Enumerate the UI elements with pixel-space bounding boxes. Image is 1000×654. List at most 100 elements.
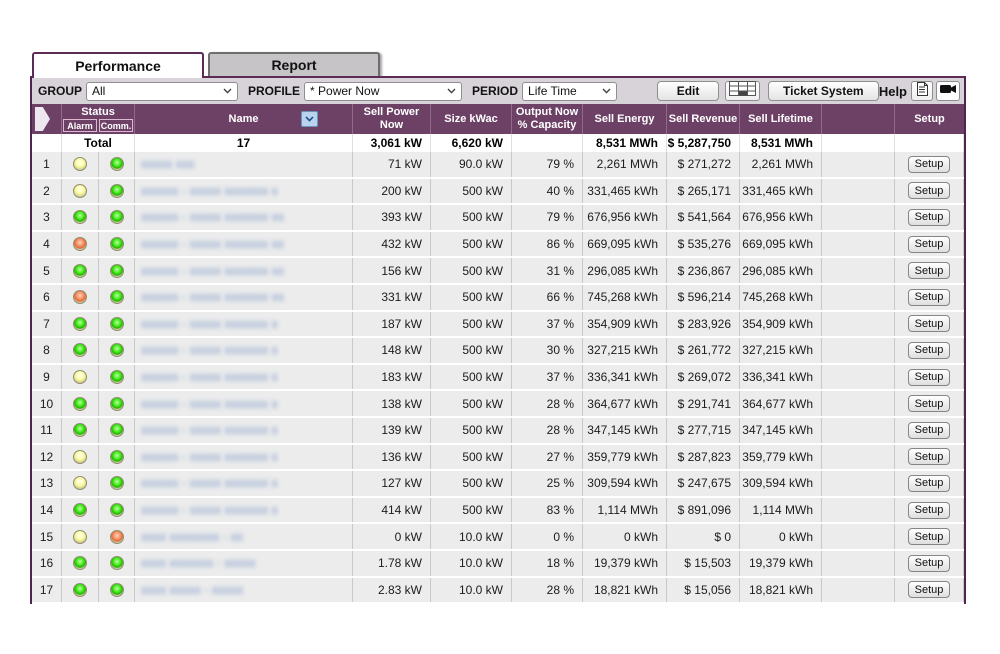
comm-status-light[interactable] xyxy=(110,264,124,278)
grid-view-button[interactable] xyxy=(725,81,760,101)
size-value: 500 kW xyxy=(431,179,512,204)
alarm-status-light[interactable] xyxy=(73,210,87,224)
site-name-link[interactable]: xxxxxx - xxxxx xxxxxxx x xyxy=(135,391,353,416)
site-name-link[interactable]: xxxxxx - xxxxx xxxxxxx x xyxy=(135,312,353,337)
row-number: 9 xyxy=(32,365,62,390)
setup-button[interactable]: Setup xyxy=(908,236,951,253)
size-value: 500 kW xyxy=(431,391,512,416)
comm-status-light[interactable] xyxy=(110,530,124,544)
comm-status-light[interactable] xyxy=(110,317,124,331)
setup-button[interactable]: Setup xyxy=(908,369,951,386)
comm-status-light[interactable] xyxy=(110,157,124,171)
comm-status-light[interactable] xyxy=(110,210,124,224)
setup-button[interactable]: Setup xyxy=(908,475,951,492)
site-name-link[interactable]: xxxxxx - xxxxx xxxxxxx x xyxy=(135,179,353,204)
site-name-link[interactable]: xxxxxx - xxxxx xxxxxxx xx xyxy=(135,258,353,283)
alarm-status-light[interactable] xyxy=(73,450,87,464)
comm-status-light[interactable] xyxy=(110,237,124,251)
tab-strip: Performance Report xyxy=(30,52,966,76)
setup-button[interactable]: Setup xyxy=(908,581,951,598)
setup-button[interactable]: Setup xyxy=(908,315,951,332)
setup-button[interactable]: Setup xyxy=(908,262,951,279)
ticket-system-button[interactable]: Ticket System xyxy=(768,81,879,101)
help-doc-button[interactable] xyxy=(911,81,933,101)
alarm-status-light[interactable] xyxy=(73,184,87,198)
video-camera-icon xyxy=(940,82,957,100)
setup-button[interactable]: Setup xyxy=(908,502,951,519)
site-name-link[interactable]: xxxx xxxxxxx - xxxxx xyxy=(135,551,353,576)
header-name[interactable]: Name xyxy=(135,104,353,134)
table-row: 9 xxxxxx - xxxxx xxxxxxx x 183 kW 500 kW… xyxy=(32,365,964,392)
total-label: Total xyxy=(62,134,135,152)
site-name-link[interactable]: xxxxxx - xxxxx xxxxxxx xx xyxy=(135,205,353,230)
profile-select[interactable]: * Power Now xyxy=(304,82,462,101)
header-energy[interactable]: Sell Energy xyxy=(583,104,667,134)
alarm-status-light[interactable] xyxy=(73,264,87,278)
site-name-link[interactable]: xxxxxx - xxxxx xxxxxxx x xyxy=(135,445,353,470)
row-number: 5 xyxy=(32,258,62,283)
alarm-status-light[interactable] xyxy=(73,397,87,411)
alarm-status-light[interactable] xyxy=(73,370,87,384)
comm-status-light[interactable] xyxy=(110,476,124,490)
alarm-status-light[interactable] xyxy=(73,556,87,570)
comm-status-light[interactable] xyxy=(110,503,124,517)
size-value: 500 kW xyxy=(431,232,512,257)
setup-button[interactable]: Setup xyxy=(908,555,951,572)
setup-button[interactable]: Setup xyxy=(908,422,951,439)
site-name-link[interactable]: xxxx xxxxxxxx - xx xyxy=(135,524,353,549)
comm-status-light[interactable] xyxy=(110,397,124,411)
total-lifetime: 8,531 MWh xyxy=(740,134,822,152)
site-name-link[interactable]: xxxxxx - xxxxx xxxxxxx x xyxy=(135,471,353,496)
tab-report[interactable]: Report xyxy=(208,52,380,76)
site-name-link[interactable]: xxxxxx - xxxxx xxxxxxx xx xyxy=(135,285,353,310)
header-revenue[interactable]: Sell Revenue xyxy=(667,104,740,134)
header-sell-power[interactable]: Sell Power Now xyxy=(353,104,431,134)
comm-status-light[interactable] xyxy=(110,450,124,464)
site-name-link[interactable]: xxxxx xxx xyxy=(135,152,353,177)
site-name-link[interactable]: xxxxxx - xxxxx xxxxxxx x xyxy=(135,338,353,363)
setup-button[interactable]: Setup xyxy=(908,395,951,412)
site-name-link[interactable]: xxxxxx - xxxxx xxxxxxx xx xyxy=(135,232,353,257)
alarm-status-light[interactable] xyxy=(73,503,87,517)
site-name-redacted: xxxxxx - xxxxx xxxxxxx x xyxy=(141,423,278,437)
tab-performance[interactable]: Performance xyxy=(32,52,204,78)
setup-button[interactable]: Setup xyxy=(908,342,951,359)
alarm-status-light[interactable] xyxy=(73,343,87,357)
comm-status-light[interactable] xyxy=(110,423,124,437)
name-sort-button[interactable] xyxy=(301,111,318,127)
comm-status-light[interactable] xyxy=(110,343,124,357)
edit-button[interactable]: Edit xyxy=(657,81,719,101)
alarm-status-light[interactable] xyxy=(73,290,87,304)
header-size[interactable]: Size kWac xyxy=(431,104,512,134)
header-lifetime[interactable]: Sell Lifetime xyxy=(740,104,822,134)
alarm-status-light[interactable] xyxy=(73,157,87,171)
alarm-status-light[interactable] xyxy=(73,476,87,490)
header-output[interactable]: Output Now % Capacity xyxy=(512,104,583,134)
site-name-link[interactable]: xxxx xxxxx - xxxxx xyxy=(135,578,353,603)
alarm-status-light[interactable] xyxy=(73,583,87,597)
alarm-status-light[interactable] xyxy=(73,237,87,251)
alarm-status-light[interactable] xyxy=(73,423,87,437)
setup-button[interactable]: Setup xyxy=(908,156,951,173)
site-name-link[interactable]: xxxxxx - xxxxx xxxxxxx x xyxy=(135,498,353,523)
setup-button[interactable]: Setup xyxy=(908,289,951,306)
header-arrow-cell[interactable] xyxy=(32,104,62,134)
setup-button[interactable]: Setup xyxy=(908,209,951,226)
alarm-status-light[interactable] xyxy=(73,530,87,544)
comm-status-light[interactable] xyxy=(110,583,124,597)
setup-button[interactable]: Setup xyxy=(908,528,951,545)
sell-power-value: 432 kW xyxy=(353,232,431,257)
alarm-status-light[interactable] xyxy=(73,317,87,331)
site-name-link[interactable]: xxxxxx - xxxxx xxxxxxx x xyxy=(135,418,353,443)
help-video-button[interactable] xyxy=(936,81,960,101)
period-select[interactable]: Life Time xyxy=(522,82,617,101)
comm-status-light[interactable] xyxy=(110,370,124,384)
site-name-link[interactable]: xxxxxx - xxxxx xxxxxxx x xyxy=(135,365,353,390)
setup-button[interactable]: Setup xyxy=(908,182,951,199)
header-comm-label: Comm. xyxy=(99,119,133,132)
group-select[interactable]: All xyxy=(86,82,238,101)
comm-status-light[interactable] xyxy=(110,184,124,198)
comm-status-light[interactable] xyxy=(110,290,124,304)
setup-button[interactable]: Setup xyxy=(908,448,951,465)
comm-status-light[interactable] xyxy=(110,556,124,570)
